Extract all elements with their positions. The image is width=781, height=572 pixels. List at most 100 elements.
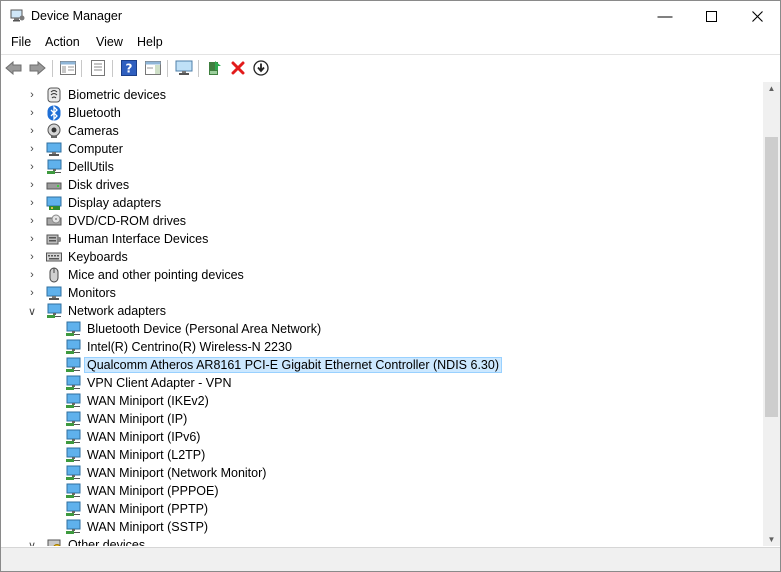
action-pane-button[interactable] [143,58,163,78]
forward-button[interactable] [27,58,47,78]
adapter-icon [65,465,81,481]
tree-node-label: DVD/CD-ROM drives [68,214,187,228]
expand-chevron-icon[interactable]: › [27,143,37,155]
adapter-icon [65,411,81,427]
tree-category[interactable]: › Monitors [27,284,118,302]
tree-category[interactable]: › Disk drives [27,176,131,194]
device-tree[interactable]: › Biometric devices › Bluetooth › Cameras › Com… [1,82,763,546]
tree-device[interactable]: WAN Miniport (PPPOE) [65,482,221,500]
tree-node-label: Qualcomm Atheros AR8161 PCI-E Gigabit Et… [84,357,502,373]
update-driver-button[interactable] [205,58,225,78]
tree-node-label: WAN Miniport (SSTP) [87,520,209,534]
tree-device[interactable]: WAN Miniport (PPTP) [65,500,210,518]
scrollbar-thumb[interactable] [765,137,778,417]
tree-device[interactable]: WAN Miniport (Network Monitor) [65,464,268,482]
tree-node-label: Bluetooth Device (Personal Area Network) [87,322,322,336]
tree-node-label: Intel(R) Centrino(R) Wireless-N 2230 [87,340,292,354]
tree-node-label: Keyboards [68,250,128,264]
help-button[interactable]: ? [119,58,139,78]
tree-device[interactable]: Intel(R) Centrino(R) Wireless-N 2230 [65,338,294,356]
maximize-icon [705,10,717,22]
bluetooth-icon [46,105,62,121]
fingerprint-icon [46,87,62,103]
scroll-up-arrow-icon[interactable]: ▲ [763,84,780,93]
expand-chevron-icon[interactable]: › [27,179,37,191]
tree-category[interactable]: › Computer [27,140,125,158]
forward-icon [29,61,46,75]
expand-chevron-icon[interactable]: › [27,215,37,227]
display-adapter-icon [46,195,62,211]
uninstall-button[interactable] [228,58,248,78]
expand-chevron-icon[interactable]: › [27,161,37,173]
back-button[interactable] [4,58,24,78]
scroll-down-arrow-icon[interactable]: ▼ [763,535,780,544]
tree-node-label: WAN Miniport (PPTP) [87,502,209,516]
tree-device[interactable]: Bluetooth Device (Personal Area Network) [65,320,323,338]
network-icon [46,303,62,319]
adapter-icon [65,519,81,535]
network-icon [46,159,62,175]
toolbar-separator [112,60,113,77]
tree-category[interactable]: › Keyboards [27,248,130,266]
help-icon: ? [121,60,137,76]
tree-node-label: WAN Miniport (IPv6) [87,430,201,444]
expand-chevron-icon[interactable]: › [27,287,37,299]
device-manager-window: Device Manager — File Action View Help ?… [0,0,781,572]
collapse-chevron-icon[interactable]: ∨ [27,539,37,547]
minimize-button[interactable]: — [642,1,688,31]
title-bar[interactable]: Device Manager — [1,1,780,31]
expand-chevron-icon[interactable]: › [27,233,37,245]
tree-node-label: WAN Miniport (L2TP) [87,448,206,462]
expand-chevron-icon[interactable]: › [27,197,37,209]
properties-button[interactable] [88,58,108,78]
tree-device[interactable]: WAN Miniport (IP) [65,410,189,428]
menu-file[interactable]: File [11,35,31,49]
scan-hardware-button[interactable] [174,58,194,78]
menu-help[interactable]: Help [137,35,163,49]
tree-category[interactable]: ∨ Other devices [27,536,147,546]
tree-node-label: WAN Miniport (IP) [87,412,188,426]
tree-node-label: Other devices [68,538,146,546]
collapse-chevron-icon[interactable]: ∨ [27,305,37,318]
adapter-icon [65,339,81,355]
download-button[interactable] [251,58,271,78]
tree-device[interactable]: WAN Miniport (SSTP) [65,518,210,536]
window-title: Device Manager [31,9,123,23]
show-hide-tree-icon [60,61,76,75]
update-driver-icon [209,61,221,75]
tree-category[interactable]: › Cameras [27,122,121,140]
menu-view[interactable]: View [96,35,123,49]
tree-category[interactable]: › DVD/CD-ROM drives [27,212,188,230]
show-hide-tree-button[interactable] [58,58,78,78]
close-button[interactable] [734,1,780,31]
dvd-icon [46,213,62,229]
computer-icon [46,141,62,157]
maximize-button[interactable] [688,1,734,31]
tree-node-label: Mice and other pointing devices [68,268,244,282]
tree-category[interactable]: ∨ Network adapters [27,302,168,320]
tree-device[interactable]: WAN Miniport (IKEv2) [65,392,211,410]
tree-node-label: Display adapters [68,196,162,210]
expand-chevron-icon[interactable]: › [27,269,37,281]
keyboard-icon [46,249,62,265]
tree-device[interactable]: WAN Miniport (IPv6) [65,428,202,446]
adapter-icon [65,483,81,499]
menu-action[interactable]: Action [45,35,80,49]
expand-chevron-icon[interactable]: › [27,89,37,101]
tree-category[interactable]: › Human Interface Devices [27,230,210,248]
tree-device[interactable]: VPN Client Adapter - VPN [65,374,234,392]
adapter-icon [65,357,81,373]
expand-chevron-icon[interactable]: › [27,251,37,263]
tree-category[interactable]: › Mice and other pointing devices [27,266,246,284]
vertical-scrollbar[interactable]: ▲ ▼ [763,82,780,546]
expand-chevron-icon[interactable]: › [27,125,37,137]
tree-category[interactable]: › Biometric devices [27,86,168,104]
tree-category[interactable]: › Display adapters [27,194,163,212]
camera-icon [46,123,62,139]
tree-category[interactable]: › DellUtils [27,158,116,176]
tree-category[interactable]: › Bluetooth [27,104,123,122]
tree-device[interactable]: WAN Miniport (L2TP) [65,446,207,464]
expand-chevron-icon[interactable]: › [27,107,37,119]
svg-text:?: ? [126,62,133,76]
tree-device[interactable]: Qualcomm Atheros AR8161 PCI-E Gigabit Et… [65,356,502,374]
